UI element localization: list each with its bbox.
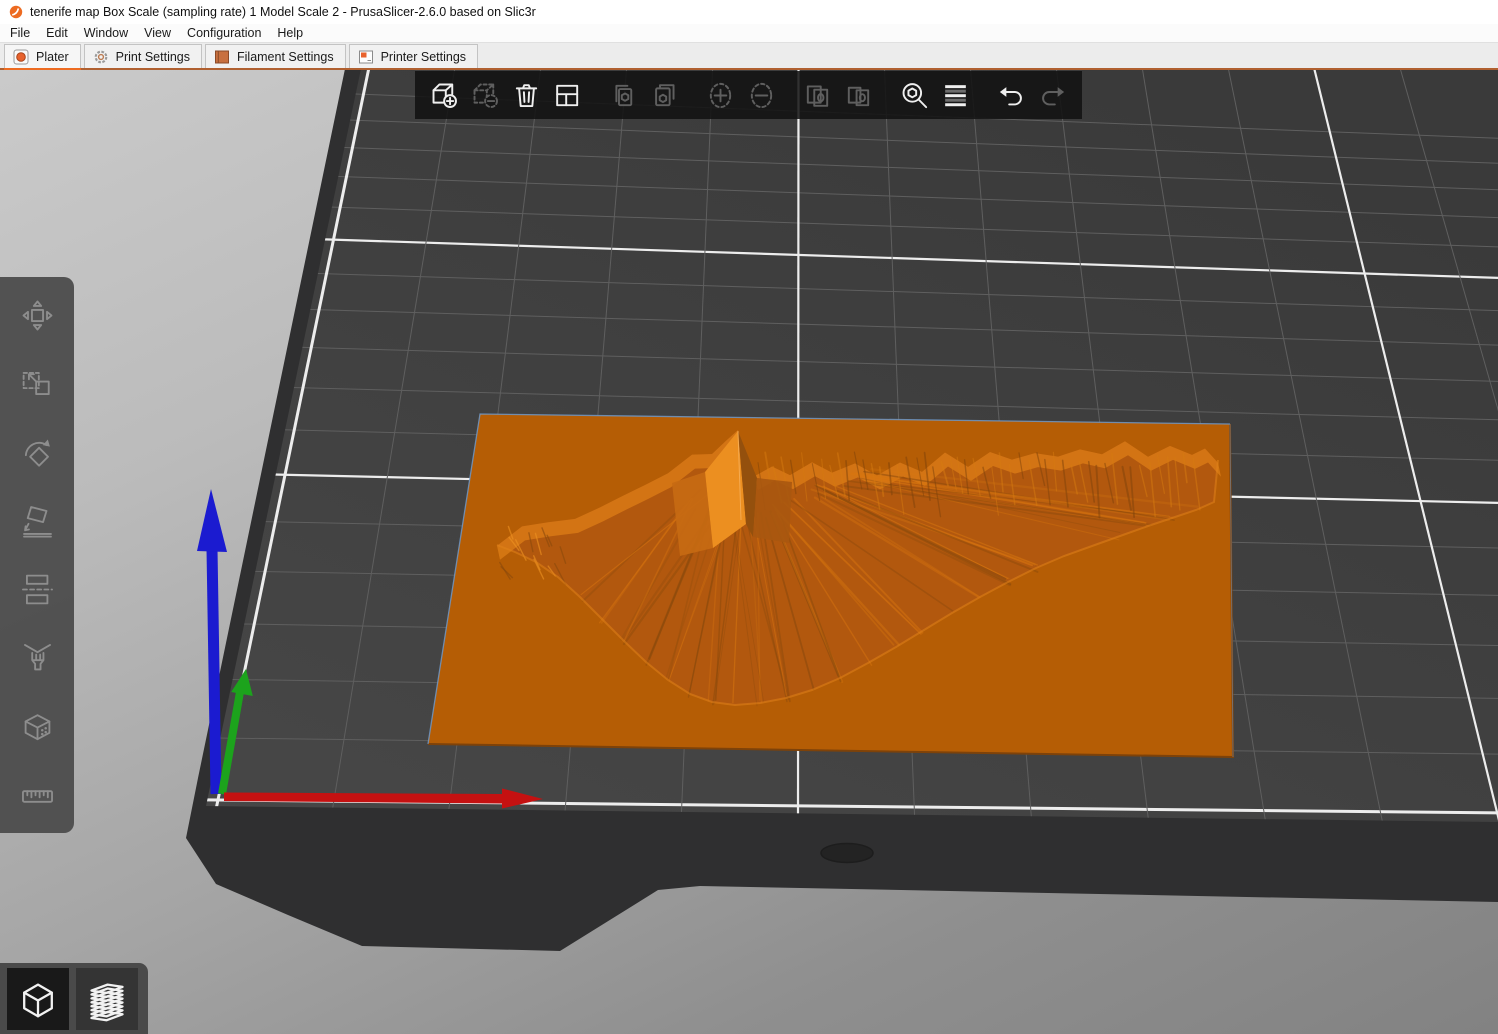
- variable-layer-height-icon: [940, 80, 971, 111]
- top-toolbar: [415, 71, 1082, 119]
- viewport-3d[interactable]: [0, 70, 1498, 1034]
- arrange-button[interactable]: [547, 74, 588, 116]
- tab-bar: Plater Print Settings Filament Settings Pri…: [0, 42, 1498, 70]
- tab-label: Plater: [36, 50, 69, 64]
- split-to-objects-icon: [802, 80, 833, 111]
- scale-icon: [19, 365, 56, 402]
- redo-button: [1032, 74, 1073, 116]
- variable-layer-height-button[interactable]: [935, 74, 976, 116]
- printer-settings-icon: [358, 49, 374, 65]
- copy-button: [603, 74, 644, 116]
- bed-and-model-scene[interactable]: [0, 70, 1498, 1034]
- seam-painting-icon: [19, 708, 56, 745]
- delete-all-icon: [511, 80, 542, 111]
- split-to-objects-button: [797, 74, 838, 116]
- menu-item-view[interactable]: View: [136, 25, 179, 41]
- tab-printer-settings[interactable]: Printer Settings: [349, 44, 478, 68]
- plater-icon: [13, 49, 29, 65]
- app-logo-icon: [9, 5, 23, 19]
- delete-button: [465, 74, 506, 116]
- menu-item-help[interactable]: Help: [269, 25, 311, 41]
- title-bar: tenerife map Box Scale (sampling rate) 1…: [0, 0, 1498, 24]
- rotate-gizmo-button[interactable]: [13, 428, 61, 476]
- add-instance-button: [700, 74, 741, 116]
- rotate-icon: [19, 434, 56, 471]
- undo-icon: [996, 80, 1027, 111]
- delete-icon: [470, 80, 501, 111]
- scale-gizmo-button[interactable]: [13, 360, 61, 408]
- redo-icon: [1037, 80, 1068, 111]
- menu-bar: FileEditWindowViewConfigurationHelp: [0, 24, 1498, 42]
- add-button[interactable]: [424, 74, 465, 116]
- add-icon: [429, 80, 460, 111]
- view-mode-switch: [0, 963, 148, 1034]
- preview-view-icon: [84, 976, 130, 1022]
- paint-on-supports-gizmo-button[interactable]: [13, 634, 61, 682]
- menu-item-configuration[interactable]: Configuration: [179, 25, 269, 41]
- split-to-parts-button: [838, 74, 879, 116]
- paste-icon: [649, 80, 680, 111]
- 3d-editor-view-icon: [15, 976, 61, 1022]
- seam-painting-gizmo-button[interactable]: [13, 702, 61, 750]
- tab-label: Printer Settings: [381, 50, 466, 64]
- measure-icon: [19, 776, 56, 813]
- undo-button[interactable]: [991, 74, 1032, 116]
- search-icon: [899, 80, 930, 111]
- copy-icon: [608, 80, 639, 111]
- gizmo-toolbar: [0, 277, 74, 833]
- filament-settings-icon: [214, 49, 230, 65]
- place-on-face-icon: [19, 502, 56, 539]
- remove-instance-button: [741, 74, 782, 116]
- cut-gizmo-button[interactable]: [13, 565, 61, 613]
- measure-gizmo-button[interactable]: [13, 771, 61, 819]
- tab-label: Filament Settings: [237, 50, 334, 64]
- print-settings-icon: [93, 49, 109, 65]
- 3d-editor-view-button[interactable]: [7, 968, 69, 1030]
- axis-z-arrow: [197, 489, 227, 552]
- window-title: tenerife map Box Scale (sampling rate) 1…: [30, 5, 536, 19]
- preview-view-button[interactable]: [76, 968, 138, 1030]
- menu-item-window[interactable]: Window: [76, 25, 136, 41]
- search-button[interactable]: [894, 74, 935, 116]
- menu-item-edit[interactable]: Edit: [38, 25, 76, 41]
- bed-frame-hole: [821, 844, 873, 863]
- menu-item-file[interactable]: File: [2, 25, 38, 41]
- place-on-face-gizmo-button[interactable]: [13, 497, 61, 545]
- remove-instance-icon: [746, 80, 777, 111]
- add-instance-icon: [705, 80, 736, 111]
- move-gizmo-button[interactable]: [13, 291, 61, 339]
- split-to-parts-icon: [843, 80, 874, 111]
- paste-button: [644, 74, 685, 116]
- tab-label: Print Settings: [116, 50, 190, 64]
- paint-on-supports-icon: [19, 639, 56, 676]
- cut-icon: [19, 571, 56, 608]
- tab-plater[interactable]: Plater: [4, 44, 81, 68]
- arrange-icon: [552, 80, 583, 111]
- move-icon: [19, 297, 56, 334]
- tab-print-settings[interactable]: Print Settings: [84, 44, 202, 68]
- delete-all-button[interactable]: [506, 74, 547, 116]
- tab-filament-settings[interactable]: Filament Settings: [205, 44, 346, 68]
- model-tenerife-terrain[interactable]: [428, 414, 1233, 757]
